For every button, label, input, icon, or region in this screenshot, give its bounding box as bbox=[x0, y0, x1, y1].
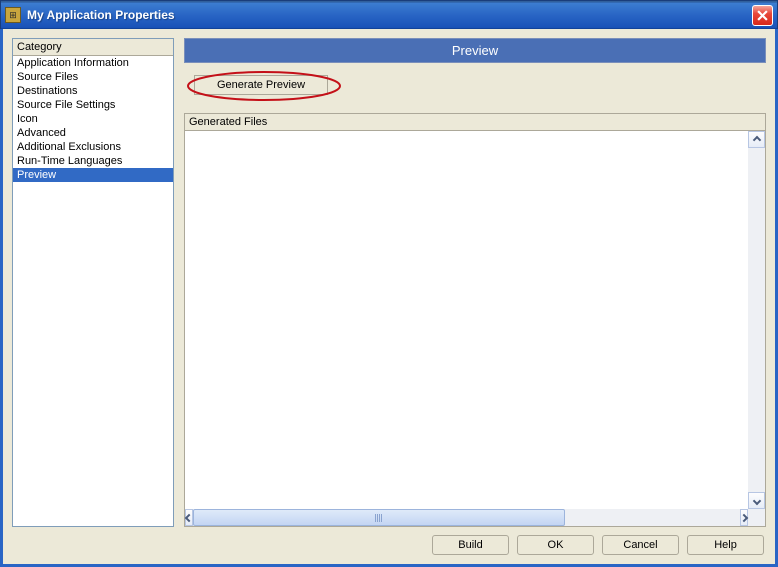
sidebar-item-runtime-languages[interactable]: Run-Time Languages bbox=[13, 154, 173, 168]
vertical-scroll-track[interactable] bbox=[748, 148, 765, 492]
sidebar-item-icon[interactable]: Icon bbox=[13, 112, 173, 126]
horizontal-scroll-track[interactable] bbox=[193, 509, 740, 526]
scroll-right-button[interactable] bbox=[740, 509, 748, 526]
ok-button[interactable]: OK bbox=[517, 535, 594, 555]
generated-files-content bbox=[185, 131, 748, 509]
sidebar-item-source-files[interactable]: Source Files bbox=[13, 70, 173, 84]
build-button[interactable]: Build bbox=[432, 535, 509, 555]
chevron-left-icon bbox=[185, 513, 193, 521]
category-header: Category bbox=[13, 39, 173, 56]
sidebar-item-preview[interactable]: Preview bbox=[13, 168, 173, 182]
cancel-button[interactable]: Cancel bbox=[602, 535, 679, 555]
window-body: Category Application Information Source … bbox=[0, 29, 778, 567]
dialog-button-row: Build OK Cancel Help bbox=[12, 527, 766, 559]
help-button[interactable]: Help bbox=[687, 535, 764, 555]
close-icon bbox=[757, 10, 768, 21]
main-panel: Preview Generate Preview Generated Files bbox=[184, 38, 766, 527]
sidebar-item-additional-exclusions[interactable]: Additional Exclusions bbox=[13, 140, 173, 154]
chevron-right-icon bbox=[740, 513, 748, 521]
sidebar-item-app-info[interactable]: Application Information bbox=[13, 56, 173, 70]
window-title: My Application Properties bbox=[27, 8, 752, 22]
content-area: Category Application Information Source … bbox=[12, 38, 766, 527]
chevron-down-icon bbox=[752, 496, 760, 504]
sidebar-item-advanced[interactable]: Advanced bbox=[13, 126, 173, 140]
close-button[interactable] bbox=[752, 5, 773, 26]
panel-title: Preview bbox=[184, 38, 766, 63]
generated-files-box bbox=[184, 131, 766, 527]
generated-files-label: Generated Files bbox=[184, 113, 766, 131]
scroll-left-button[interactable] bbox=[185, 509, 193, 526]
chevron-up-icon bbox=[752, 135, 760, 143]
titlebar: ⊞ My Application Properties bbox=[0, 0, 778, 29]
category-sidebar: Category Application Information Source … bbox=[12, 38, 174, 527]
generate-row: Generate Preview bbox=[194, 75, 766, 101]
generate-preview-button[interactable]: Generate Preview bbox=[194, 75, 328, 95]
vertical-scrollbar[interactable] bbox=[748, 131, 765, 509]
scroll-corner bbox=[748, 509, 765, 526]
horizontal-scrollbar[interactable] bbox=[185, 509, 765, 526]
scroll-up-button[interactable] bbox=[748, 131, 765, 148]
scroll-down-button[interactable] bbox=[748, 492, 765, 509]
category-list: Application Information Source Files Des… bbox=[13, 56, 173, 526]
sidebar-item-source-file-settings[interactable]: Source File Settings bbox=[13, 98, 173, 112]
app-icon: ⊞ bbox=[5, 7, 21, 23]
sidebar-item-destinations[interactable]: Destinations bbox=[13, 84, 173, 98]
horizontal-scroll-thumb[interactable] bbox=[193, 509, 565, 526]
